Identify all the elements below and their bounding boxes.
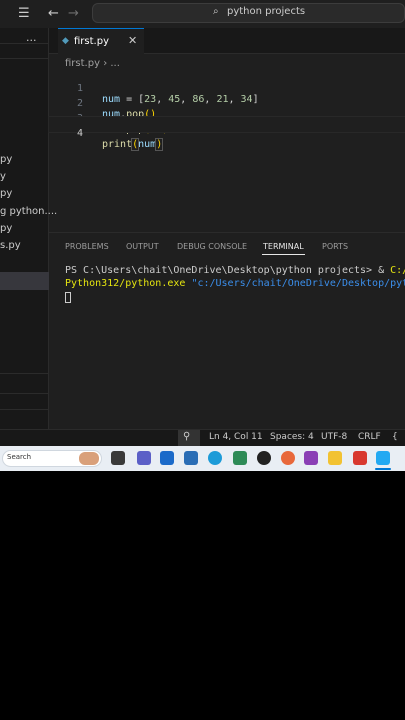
command-center-search[interactable]: ⌕ python projects bbox=[92, 3, 405, 23]
tab-first-py[interactable]: ◆ first.py ✕ bbox=[58, 28, 144, 54]
windows-taskbar: Search bbox=[0, 446, 405, 471]
file-explorer-icon[interactable] bbox=[328, 451, 342, 465]
status-bar: ⚲ Ln 4, Col 11 Spaces: 4 UTF-8 CRLF { bbox=[0, 429, 405, 446]
sidebar-file-item[interactable]: py bbox=[0, 154, 12, 165]
vscode-window: ☰ ← → ⌕ python projects ··· py y py g py… bbox=[0, 0, 405, 446]
vscode-icon[interactable] bbox=[376, 451, 390, 465]
terminal-line: Python312/python.exe "c:/Users/chait/One… bbox=[65, 278, 405, 289]
search-icon: ⌕ bbox=[213, 6, 219, 17]
breadcrumb-file[interactable]: first.py bbox=[65, 58, 100, 69]
sidebar-file-item[interactable]: py bbox=[0, 188, 12, 199]
back-arrow-icon[interactable]: ← bbox=[48, 6, 59, 21]
more-actions-icon[interactable]: ··· bbox=[26, 34, 37, 47]
tab-output[interactable]: OUTPUT bbox=[126, 242, 159, 251]
sidebar-file-item[interactable]: y bbox=[0, 171, 6, 182]
code-line[interactable]: 2 num.pop() bbox=[49, 87, 405, 120]
sidebar-selected-row[interactable] bbox=[0, 272, 49, 290]
tab-problems[interactable]: PROBLEMS bbox=[65, 242, 109, 251]
python-file-icon: ◆ bbox=[62, 36, 69, 46]
code-line-current[interactable]: 4 print(num) bbox=[48, 116, 405, 151]
breadcrumb: first.py › ... bbox=[65, 58, 120, 69]
sidebar-file-item[interactable]: s.py bbox=[0, 240, 21, 251]
edge-icon[interactable] bbox=[208, 451, 222, 465]
media-icon[interactable] bbox=[304, 451, 318, 465]
sidebar-divider bbox=[0, 393, 49, 394]
close-icon[interactable]: ✕ bbox=[128, 34, 137, 47]
taskbar-search-placeholder: Search bbox=[7, 453, 32, 461]
panel-border bbox=[49, 232, 405, 233]
firefox-icon[interactable] bbox=[281, 451, 295, 465]
tab-debug-console[interactable]: DEBUG CONSOLE bbox=[177, 242, 247, 251]
breadcrumb-more[interactable]: ... bbox=[110, 58, 120, 69]
sidebar-divider bbox=[0, 409, 49, 410]
code-editor[interactable]: 1 num = [23, 45, 86, 21, 34] 2 num.pop()… bbox=[48, 70, 405, 230]
terminal-line: PS C:\Users\chait\OneDrive\Desktop\pytho… bbox=[65, 265, 405, 276]
line-ending[interactable]: CRLF bbox=[358, 432, 381, 442]
terminal-output[interactable]: PS C:\Users\chait\OneDrive\Desktop\pytho… bbox=[65, 265, 405, 309]
zoom-icon: ⚲ bbox=[183, 431, 191, 442]
active-tab-indicator bbox=[262, 254, 305, 255]
braces-icon[interactable]: { bbox=[392, 432, 398, 442]
taskbar-search[interactable]: Search bbox=[2, 450, 102, 467]
line-code: print(num) bbox=[102, 138, 164, 151]
menu-icon[interactable]: ☰ bbox=[18, 6, 30, 21]
indentation[interactable]: Spaces: 4 bbox=[270, 432, 314, 442]
encoding[interactable]: UTF-8 bbox=[321, 432, 347, 442]
forward-arrow-icon[interactable]: → bbox=[68, 6, 79, 21]
sidebar-divider bbox=[0, 43, 49, 44]
sidebar-divider bbox=[0, 373, 49, 374]
command-center-label: python projects bbox=[227, 6, 306, 17]
teams-icon[interactable] bbox=[137, 451, 151, 465]
sidebar-divider bbox=[0, 58, 49, 59]
outlook-icon[interactable] bbox=[184, 451, 198, 465]
active-app-indicator bbox=[375, 468, 391, 470]
tab-ports[interactable]: PORTS bbox=[322, 242, 348, 251]
office-icon[interactable] bbox=[353, 451, 367, 465]
explorer-sidebar: ··· py y py g python.... py s.py bbox=[0, 28, 57, 430]
desktop-icon[interactable] bbox=[111, 451, 125, 465]
terminal-cursor bbox=[65, 292, 71, 303]
sidebar-file-item[interactable]: py bbox=[0, 223, 12, 234]
tab-terminal[interactable]: TERMINAL bbox=[263, 242, 304, 251]
breadcrumb-separator: › bbox=[103, 58, 108, 69]
cursor-position[interactable]: Ln 4, Col 11 bbox=[209, 432, 263, 442]
monitor-icon[interactable] bbox=[160, 451, 174, 465]
tab-label: first.py bbox=[74, 36, 109, 47]
zoom-indicator[interactable]: ⚲ bbox=[178, 430, 200, 446]
calculator-icon[interactable] bbox=[233, 451, 247, 465]
shell-icon bbox=[79, 452, 99, 465]
title-bar: ☰ ← → ⌕ python projects bbox=[0, 0, 405, 28]
code-line[interactable]: 1 num = [23, 45, 86, 21, 34] bbox=[49, 72, 405, 105]
code-line[interactable]: 3 num.pop(-2) bbox=[49, 102, 405, 135]
line-number: 4 bbox=[76, 128, 83, 139]
app-icon[interactable] bbox=[257, 451, 271, 465]
